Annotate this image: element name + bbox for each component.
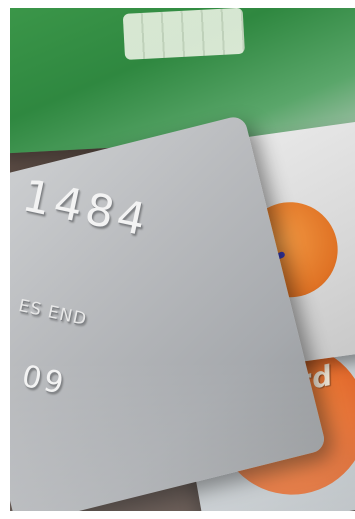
credit-cards-photo: card 1484 ES END 09: [10, 8, 355, 511]
card-chip: [122, 8, 245, 60]
